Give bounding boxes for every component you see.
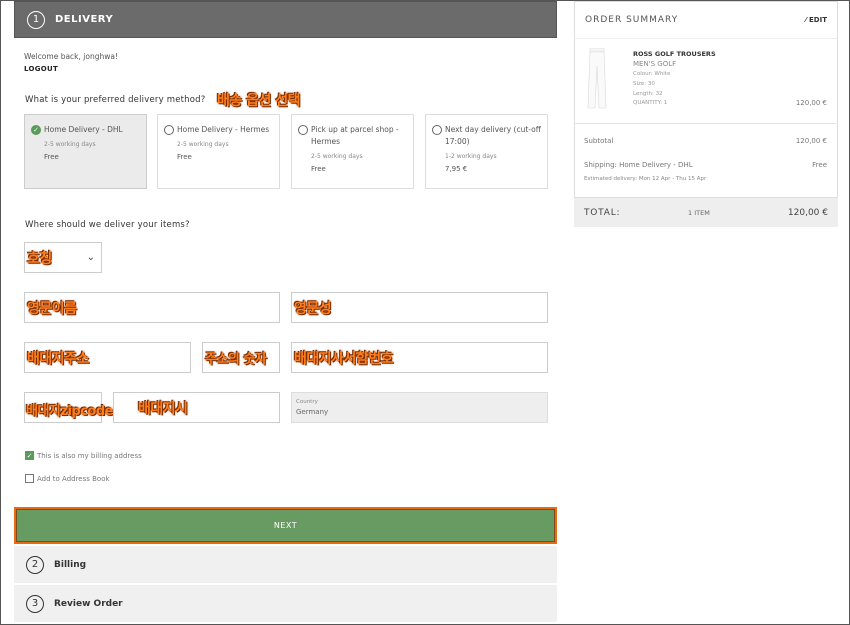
- product-quantity: QUANTITY: 1: [633, 100, 668, 106]
- product-colour: Colour: White: [633, 71, 671, 77]
- radio-icon: [164, 125, 174, 135]
- option-title: Home Delivery - DHL: [44, 125, 123, 134]
- suite-value: 배대지사서함번호: [294, 350, 394, 367]
- option-days: 2-5 working days: [44, 141, 96, 148]
- shipping-value: Free: [812, 161, 827, 169]
- salutation-value: 호칭: [27, 250, 52, 267]
- edit-label: EDIT: [809, 16, 827, 24]
- annotation-delivery-options: 배송 옵션 선택: [217, 93, 301, 109]
- house-number-value: 주소의 숫자: [205, 352, 267, 367]
- delivery-option-hermes[interactable]: Home Delivery - Hermes 2-5 working days …: [157, 114, 280, 189]
- option-days: 1-2 working days: [445, 153, 497, 160]
- total-items: 1 ITEM: [688, 208, 710, 217]
- order-total-bar: TOTAL: 1 ITEM 120,00 €: [574, 198, 838, 227]
- option-price: Free: [311, 165, 326, 173]
- zipcode-value: 배대지zipcode: [26, 404, 113, 419]
- city-field[interactable]: 배대지시: [113, 392, 280, 423]
- shipping-label: Shipping: Home Delivery - DHL: [584, 161, 693, 169]
- option-price: 7,95 €: [445, 165, 468, 173]
- divider: [574, 123, 838, 124]
- option-price: Free: [177, 153, 192, 161]
- street-field[interactable]: 배대지주소: [24, 342, 191, 373]
- option-price: Free: [44, 153, 59, 161]
- next-button[interactable]: NEXT: [14, 507, 557, 544]
- city-value: 배대지시: [138, 400, 188, 417]
- delivery-option-parcel-shop[interactable]: Pick up at parcel shop - Hermes 2-5 work…: [291, 114, 414, 189]
- option-days: 2-5 working days: [311, 153, 363, 160]
- step-number: 2: [26, 555, 44, 574]
- step-billing[interactable]: 2 Billing: [14, 546, 557, 583]
- order-summary-header: ORDER SUMMARY ⁄ EDIT: [574, 1, 838, 38]
- check-icon: ✓: [31, 125, 41, 135]
- address-book-label: Add to Address Book: [37, 474, 110, 483]
- country-field[interactable]: Country Germany: [291, 392, 548, 423]
- product-name: ROSS GOLF TROUSERS: [633, 50, 716, 58]
- first-name-value: 영문이름: [27, 300, 77, 317]
- subtotal-label: Subtotal: [584, 137, 614, 145]
- product-brand: MEN'S GOLF: [633, 60, 677, 68]
- delivery-method-question: What is your preferred delivery method?: [25, 95, 206, 105]
- total-value: 120,00 €: [787, 207, 828, 218]
- suite-field[interactable]: 배대지사서함번호: [291, 342, 548, 373]
- chevron-down-icon: ⌄: [86, 252, 95, 263]
- country-label: Country: [296, 399, 318, 405]
- step-number: 3: [26, 594, 44, 613]
- step-number: 1: [27, 10, 45, 29]
- address-book-row[interactable]: Add to Address Book: [25, 474, 110, 483]
- radio-icon: [298, 125, 308, 135]
- step-review-order[interactable]: 3 Review Order: [14, 585, 557, 622]
- option-days: 2-5 working days: [177, 141, 229, 148]
- country-value: Germany: [296, 408, 329, 416]
- last-name-field[interactable]: 영문성: [291, 292, 548, 323]
- delivery-option-next-day[interactable]: Next day delivery (cut-off 17:00) 1-2 wo…: [425, 114, 548, 189]
- radio-icon: [432, 125, 442, 135]
- product-length: Length: 32: [633, 91, 663, 97]
- option-title: Pick up at parcel shop - Hermes: [311, 125, 399, 146]
- billing-same-label: This is also my billing address: [37, 451, 142, 460]
- address-question: Where should we deliver your items?: [25, 220, 190, 230]
- welcome-text: Welcome back, jonghwa!: [24, 52, 118, 61]
- step-title: DELIVERY: [55, 14, 114, 25]
- product-image: [587, 48, 607, 109]
- billing-same-row[interactable]: ✓ This is also my billing address: [25, 451, 142, 460]
- subtotal-value: 120,00 €: [795, 137, 827, 145]
- logout-link[interactable]: LOGOUT: [24, 65, 58, 73]
- house-number-field[interactable]: 주소의 숫자: [202, 342, 280, 373]
- option-title: Home Delivery - Hermes: [177, 125, 270, 134]
- last-name-value: 영문성: [294, 300, 332, 317]
- street-value: 배대지주소: [27, 350, 89, 367]
- product-price: 120,00 €: [795, 99, 827, 107]
- delivery-option-dhl[interactable]: ✓ Home Delivery - DHL 2-5 working days F…: [24, 114, 147, 189]
- order-summary-title: ORDER SUMMARY: [585, 15, 679, 25]
- step-title: Review Order: [54, 598, 123, 609]
- step-title: Billing: [54, 559, 87, 570]
- first-name-field[interactable]: 영문이름: [24, 292, 280, 323]
- product-size: Size: 30: [633, 81, 655, 87]
- salutation-select[interactable]: 호칭 ⌄: [24, 242, 102, 273]
- order-summary-box: [574, 38, 838, 198]
- delivery-header: 1 DELIVERY: [14, 1, 557, 38]
- option-title: Next day delivery (cut-off 17:00): [445, 125, 541, 146]
- checkbox-checked-icon[interactable]: ✓: [25, 451, 34, 460]
- total-label: TOTAL:: [584, 207, 621, 218]
- estimated-delivery: Estimated delivery: Mon 12 Apr - Thu 15 …: [584, 176, 707, 182]
- edit-link[interactable]: ⁄ EDIT: [805, 16, 827, 24]
- checkbox-icon[interactable]: [25, 474, 34, 483]
